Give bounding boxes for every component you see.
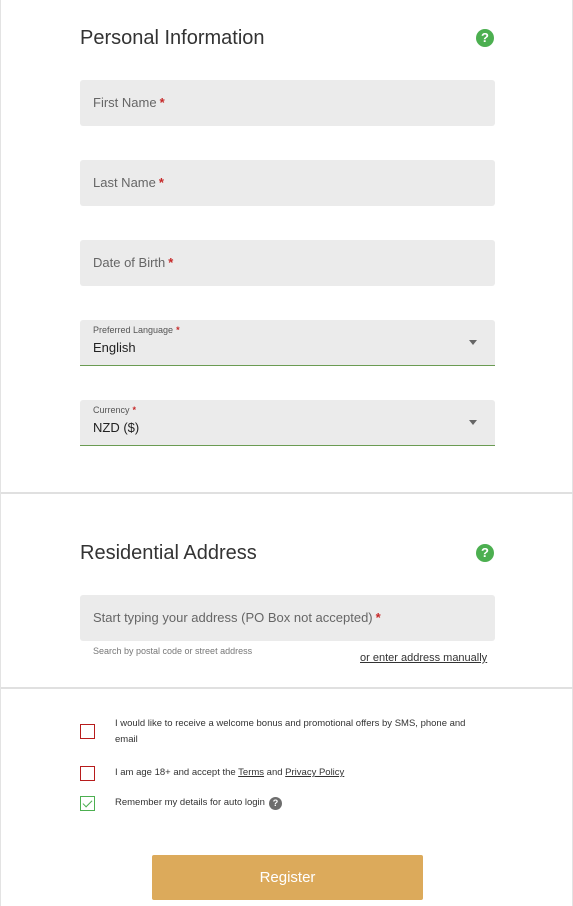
form-frame: Personal Information ? First Name * Last … [0, 0, 573, 906]
age-terms-checkbox[interactable] [80, 766, 95, 781]
last-name-field[interactable]: Last Name * [80, 160, 495, 206]
help-icon[interactable]: ? [476, 544, 494, 562]
promo-consent-checkbox[interactable] [80, 724, 95, 739]
address-search-field[interactable]: Start typing your address (PO Box not ac… [80, 595, 495, 641]
age-terms-label: I am age 18+ and accept the Terms and Pr… [115, 767, 345, 778]
first-name-placeholder: First Name * [93, 95, 165, 110]
enter-address-manually-link[interactable]: or enter address manually [360, 652, 487, 664]
preferred-language-select[interactable]: Preferred Language * English [80, 320, 495, 366]
privacy-policy-link[interactable]: Privacy Policy [285, 767, 344, 778]
date-of-birth-field[interactable]: Date of Birth * [80, 240, 495, 286]
help-icon[interactable]: ? [476, 29, 494, 47]
dob-placeholder: Date of Birth * [93, 255, 174, 270]
terms-link[interactable]: Terms [238, 767, 264, 778]
promo-consent-label: I would like to receive a welcome bonus … [115, 718, 466, 745]
chevron-down-icon [469, 420, 477, 425]
language-label: Preferred Language * [93, 325, 180, 335]
address-placeholder: Start typing your address (PO Box not ac… [93, 610, 381, 625]
personal-info-title: Personal Information [80, 27, 265, 49]
remember-me-checkbox[interactable] [80, 796, 95, 811]
register-button[interactable]: Register [152, 855, 423, 900]
currency-value: NZD ($) [93, 420, 140, 435]
address-hint: Search by postal code or street address [93, 646, 253, 656]
currency-select[interactable]: Currency * NZD ($) [80, 400, 495, 446]
section-divider [1, 687, 573, 689]
remember-me-label: Remember my details for auto login? [115, 795, 282, 811]
help-icon[interactable]: ? [268, 797, 282, 810]
residential-address-title: Residential Address [80, 542, 257, 564]
last-name-placeholder: Last Name * [93, 175, 164, 190]
chevron-down-icon [469, 340, 477, 345]
currency-label: Currency * [93, 405, 137, 415]
section-divider [1, 492, 573, 494]
language-value: English [93, 340, 136, 355]
first-name-field[interactable]: First Name * [80, 80, 495, 126]
